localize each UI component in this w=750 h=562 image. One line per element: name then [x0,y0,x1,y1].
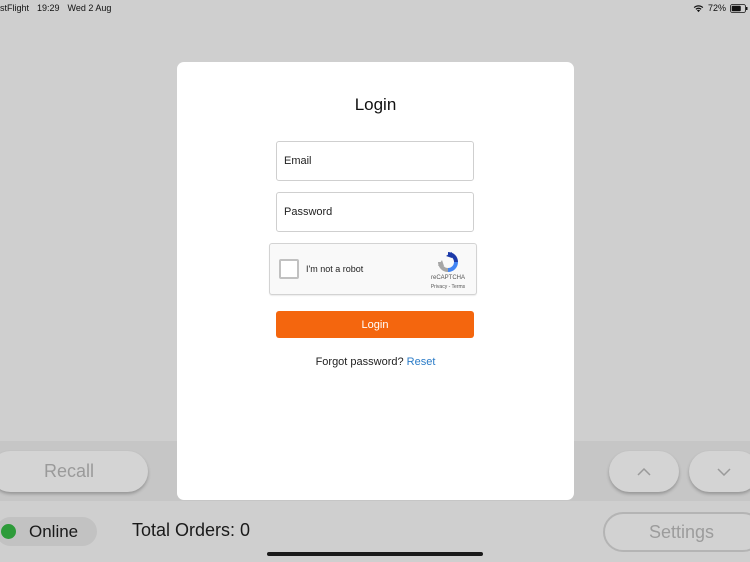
online-label: Online [29,521,79,541]
recaptcha-brand: reCAPTCHA [430,275,465,281]
forgot-password-row: Forgot password? Reset [177,356,574,368]
login-modal: Login I'm not a robot reCAPTCHA Privacy … [177,62,574,500]
recaptcha-label: I'm not a robot [306,264,364,274]
scroll-up-button[interactable] [609,451,679,492]
settings-label: Settings [649,521,715,542]
login-button[interactable]: Login [276,311,474,338]
recall-button[interactable]: Recall [0,451,148,492]
login-title: Login [354,95,397,114]
password-field[interactable] [276,192,474,232]
recaptcha-privacy-terms-link[interactable]: Privacy - Terms [420,284,476,290]
chevron-down-icon [717,467,731,476]
scroll-down-button[interactable] [689,451,750,492]
online-status-badge: Online [0,517,97,546]
recaptcha-checkbox[interactable] [279,259,299,279]
email-field[interactable] [276,141,474,181]
chevron-up-icon [637,467,651,476]
reset-password-link[interactable]: Reset [407,356,436,368]
online-status-dot [1,524,16,539]
total-orders-counter: Total Orders: 0 [132,520,251,540]
settings-button[interactable]: Settings [603,512,750,552]
recaptcha-widget: I'm not a robot reCAPTCHA Privacy - Term… [269,243,477,295]
recaptcha-logo-icon [438,252,458,272]
recall-label: Recall [43,461,95,481]
home-indicator[interactable] [267,552,483,556]
forgot-password-text: Forgot password? [315,356,404,368]
